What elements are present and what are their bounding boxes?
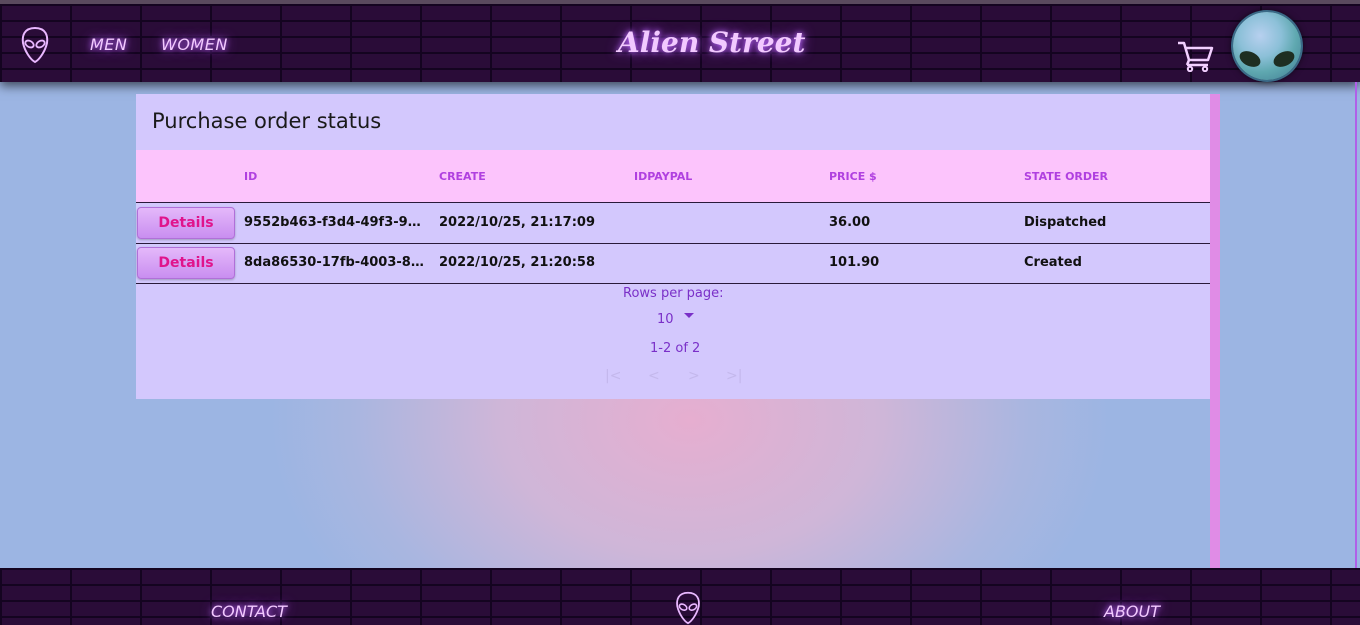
order-price-cell: 36.00 [829, 215, 871, 230]
column-header-id[interactable]: ID [244, 170, 257, 183]
orders-card: Purchase order status ID CREATE IDPAYPAL… [136, 94, 1210, 399]
table-row: Details 9552b463-f3d4-49f3-92c… 2022/10/… [136, 203, 1210, 244]
rows-per-page-label: Rows per page: [623, 286, 724, 301]
pagination-range: 1-2 of 2 [650, 341, 701, 356]
footer: CONTACT ABOUT [0, 568, 1360, 625]
user-avatar[interactable] [1233, 12, 1301, 80]
column-header-create[interactable]: CREATE [439, 170, 486, 183]
alien-head-icon[interactable] [20, 26, 50, 64]
column-header-state[interactable]: STATE ORDER [1024, 170, 1108, 183]
rows-per-page-select[interactable]: 10 [657, 312, 694, 327]
right-edge-line [1355, 82, 1357, 568]
nav-women-link[interactable]: WOMEN [161, 35, 228, 54]
order-create-cell: 2022/10/25, 21:20:58 [439, 255, 595, 270]
nav-men-link[interactable]: MEN [90, 35, 127, 54]
first-page-icon[interactable]: |< [605, 368, 621, 384]
prev-page-icon[interactable]: < [648, 368, 660, 384]
alien-head-icon[interactable] [673, 591, 703, 625]
shopping-cart-icon[interactable] [1177, 40, 1215, 72]
column-header-idpaypal[interactable]: IDPAYPAL [634, 170, 692, 183]
order-id-cell: 8da86530-17fb-4003-8c… [244, 255, 426, 270]
order-state-cell: Created [1024, 255, 1082, 270]
order-state-cell: Dispatched [1024, 215, 1107, 230]
card-side-strip [1210, 94, 1220, 568]
order-create-cell: 2022/10/25, 21:17:09 [439, 215, 595, 230]
brand-title[interactable]: Alien Street [618, 26, 805, 59]
order-id-cell: 9552b463-f3d4-49f3-92c… [244, 215, 426, 230]
details-button[interactable]: Details [137, 207, 235, 239]
footer-about-link[interactable]: ABOUT [1104, 602, 1160, 621]
page-title: Purchase order status [152, 109, 382, 133]
avatar-eye [1271, 48, 1297, 70]
footer-contact-link[interactable]: CONTACT [211, 602, 287, 621]
rows-per-page-value: 10 [657, 312, 674, 327]
top-navbar: MEN WOMEN Alien Street [0, 0, 1360, 82]
details-button[interactable]: Details [137, 247, 235, 279]
avatar-eye [1237, 48, 1263, 70]
table-header: ID CREATE IDPAYPAL PRICE $ STATE ORDER [136, 150, 1210, 203]
table-row: Details 8da86530-17fb-4003-8c… 2022/10/2… [136, 243, 1210, 284]
next-page-icon[interactable]: > [688, 368, 700, 384]
column-header-price[interactable]: PRICE $ [829, 170, 877, 183]
last-page-icon[interactable]: >| [726, 368, 742, 384]
chevron-down-icon [683, 313, 694, 318]
order-price-cell: 101.90 [829, 255, 880, 270]
